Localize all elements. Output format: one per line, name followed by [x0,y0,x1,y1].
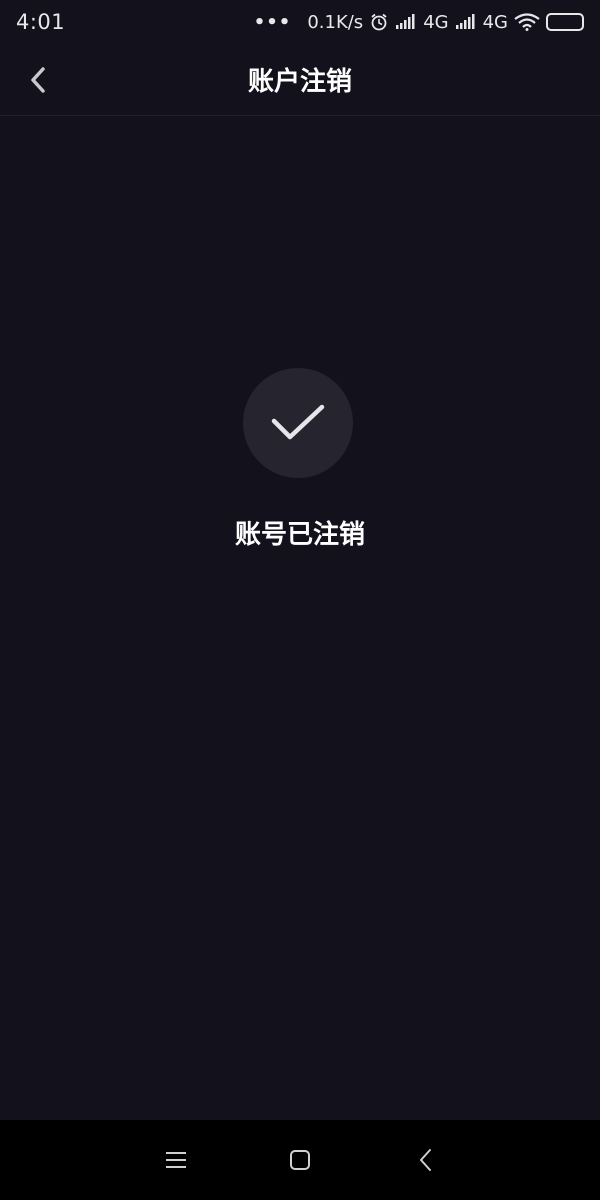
status-icons: ••• 0.1K/s 4G 4G 87 [254,12,584,33]
system-back-button[interactable] [406,1140,446,1180]
network-type-1: 4G [423,11,449,33]
network-type-2: 4G [482,11,508,33]
signal-icon-2 [455,14,477,30]
success-badge [243,368,353,478]
back-button[interactable] [18,60,58,100]
more-notifications-indicator: ••• [253,11,292,33]
recent-apps-button[interactable] [156,1140,196,1180]
check-icon [271,404,325,440]
system-nav-bar [0,1120,600,1200]
status-time: 4:01 [16,10,66,34]
header: 账户注销 [0,44,600,116]
chevron-left-icon [31,67,45,93]
success-message: 账号已注销 [234,520,365,550]
wifi-icon [514,13,540,31]
home-square-icon [290,1150,310,1170]
page-title: 账户注销 [247,67,352,97]
network-speed: 0.1K/s [307,11,364,33]
alarm-icon [369,12,389,32]
battery-level: 87 [565,15,582,29]
home-button[interactable] [280,1140,320,1180]
battery-icon: 87 [546,13,584,31]
signal-icon [395,14,417,30]
back-icon [420,1149,431,1171]
menu-icon [166,1152,186,1168]
status-bar: 4:01 ••• 0.1K/s 4G 4G 87 [0,0,600,44]
